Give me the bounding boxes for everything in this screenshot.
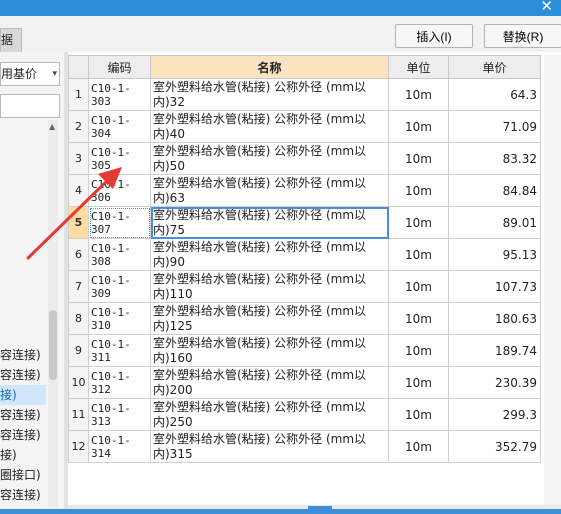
red-arrow-icon: [26, 167, 122, 260]
